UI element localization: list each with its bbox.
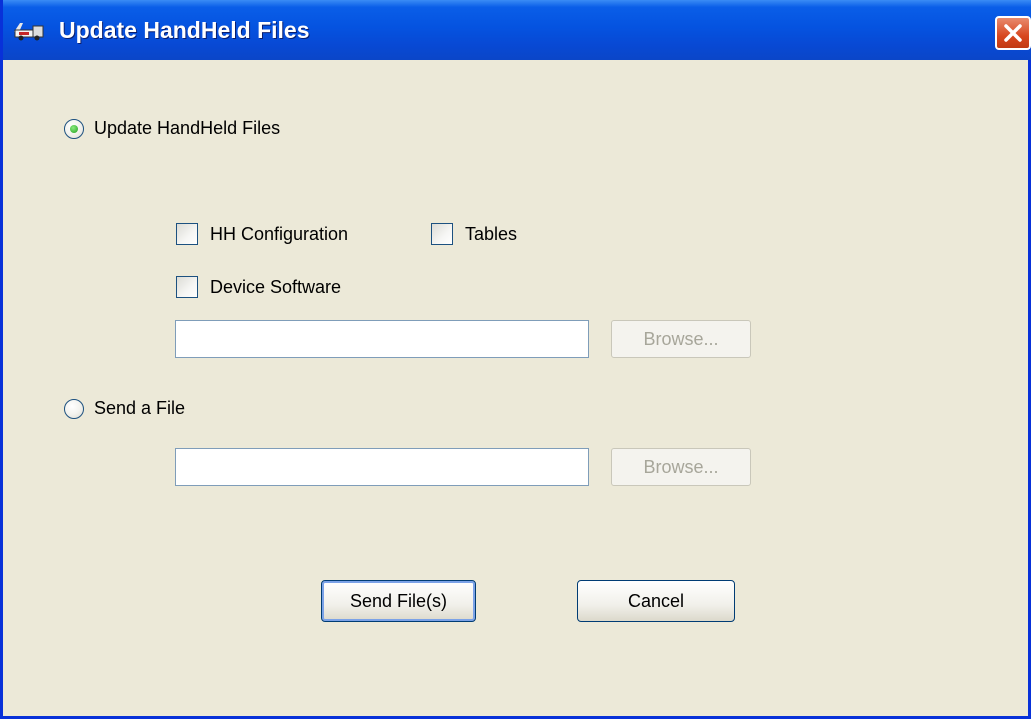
tables-label: Tables: [465, 223, 518, 244]
update-browse-label: Browse...: [643, 328, 719, 349]
dialog-body: Update HandHeld Files HH Configuration T…: [6, 60, 1031, 716]
title-bar[interactable]: Update HandHeld Files: [3, 0, 1031, 60]
send-files-label: Send File(s): [349, 590, 448, 611]
cancel-label: Cancel: [627, 590, 685, 611]
device-software-label: Device Software: [210, 276, 342, 297]
send-file-path-input[interactable]: [175, 448, 589, 486]
handheld-truck-icon: [11, 20, 51, 42]
update-file-path-input[interactable]: [175, 320, 589, 358]
tables-checkbox[interactable]: [431, 223, 453, 245]
update-browse-button[interactable]: Browse...: [611, 320, 751, 358]
hh-configuration-label: HH Configuration: [210, 223, 349, 244]
close-icon: [1004, 24, 1022, 42]
send-file-radio[interactable]: [64, 398, 84, 419]
close-button[interactable]: [995, 16, 1031, 50]
send-files-button[interactable]: Send File(s): [321, 580, 476, 622]
tables-option[interactable]: Tables: [431, 223, 517, 245]
device-software-checkbox[interactable]: [176, 276, 198, 298]
hh-configuration-checkbox[interactable]: [176, 223, 198, 245]
update-handheld-radio[interactable]: [64, 118, 84, 139]
send-browse-button[interactable]: Browse...: [611, 448, 751, 486]
window-title: Update HandHeld Files: [59, 17, 310, 43]
update-handheld-files-dialog: Update HandHeld Files Update HandHeld Fi…: [0, 0, 1031, 719]
cancel-button[interactable]: Cancel: [577, 580, 735, 622]
send-file-radio-option[interactable]: Send a File: [64, 398, 185, 419]
send-file-radio-label: Send a File: [94, 398, 186, 418]
update-handheld-radio-option[interactable]: Update HandHeld Files: [64, 118, 280, 139]
send-browse-label: Browse...: [643, 456, 719, 477]
update-handheld-radio-label: Update HandHeld Files: [94, 118, 281, 138]
device-software-option[interactable]: Device Software: [176, 276, 341, 298]
hh-configuration-option[interactable]: HH Configuration: [176, 223, 348, 245]
